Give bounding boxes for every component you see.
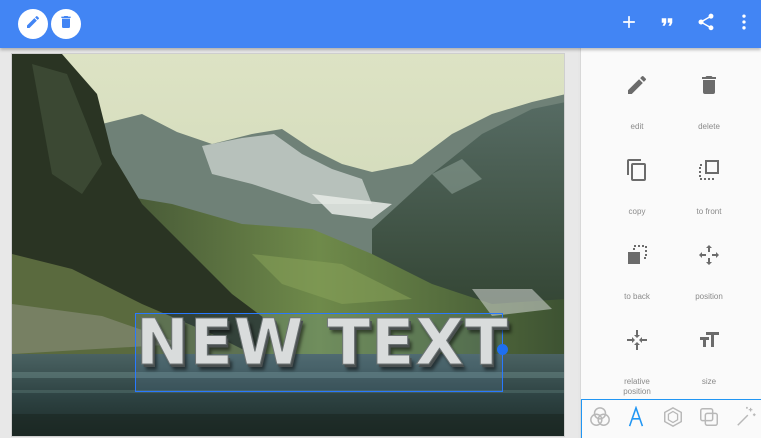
tool-label: delete: [698, 122, 720, 131]
tool-to-back[interactable]: to back: [602, 240, 672, 302]
edit-button[interactable]: [18, 9, 48, 39]
tool-position[interactable]: position: [674, 240, 744, 302]
pencil-icon: [622, 70, 652, 100]
tool-copy[interactable]: copy: [602, 155, 672, 217]
tab-effects[interactable]: [734, 406, 758, 433]
delete-button[interactable]: [51, 9, 81, 39]
tool-edit[interactable]: edit: [602, 70, 672, 132]
share-icon: [696, 12, 716, 37]
color-circles-icon: [589, 406, 611, 433]
tool-label: size: [701, 377, 717, 386]
top-app-bar: [0, 0, 761, 48]
font-A-icon: [625, 404, 647, 433]
tool-label: to front: [696, 207, 722, 216]
add-button[interactable]: [617, 12, 641, 36]
bring-to-front-icon: [694, 155, 724, 185]
background-photo[interactable]: NEW TEXT: [11, 53, 565, 437]
tool-size[interactable]: size: [674, 325, 744, 387]
style-tabs: [581, 399, 761, 438]
share-button[interactable]: [694, 12, 718, 36]
shadow-squares-icon: [698, 406, 720, 433]
resize-handle[interactable]: [497, 344, 508, 355]
tool-delete[interactable]: delete: [674, 70, 744, 132]
more-vert-icon: [734, 12, 754, 37]
tab-shape[interactable]: [661, 406, 685, 433]
send-to-back-icon: [622, 240, 652, 270]
tool-to-front[interactable]: to front: [674, 155, 744, 217]
quote-button[interactable]: [655, 12, 679, 36]
editor-canvas: NEW TEXT: [0, 48, 578, 438]
text-size-icon: [694, 325, 724, 355]
trash-icon: [694, 70, 724, 100]
tab-font[interactable]: [624, 404, 648, 433]
relative-position-icon: [622, 325, 652, 355]
tool-relative-position[interactable]: relative position: [602, 325, 672, 397]
copy-icon: [622, 155, 652, 185]
tab-shadow[interactable]: [697, 407, 721, 431]
pencil-icon: [25, 14, 41, 35]
tool-label: position: [695, 292, 723, 301]
trash-icon: [58, 14, 74, 35]
tool-label: edit: [630, 122, 644, 131]
hexagon-icon: [662, 406, 684, 433]
tool-label: copy: [628, 207, 646, 216]
more-options-button[interactable]: [732, 12, 756, 36]
move-arrows-icon: [694, 240, 724, 270]
tools-panel: edit delete copy to front to back positi…: [580, 48, 761, 438]
text-layer[interactable]: NEW TEXT: [136, 306, 509, 380]
tool-label: to back: [624, 292, 650, 301]
text-layer-selection[interactable]: NEW TEXT: [135, 306, 508, 392]
tool-label: relative position: [623, 377, 651, 396]
magic-wand-icon: [735, 406, 757, 433]
quote-icon: [658, 13, 676, 36]
tab-colors[interactable]: [588, 406, 612, 433]
add-icon: [619, 12, 639, 37]
